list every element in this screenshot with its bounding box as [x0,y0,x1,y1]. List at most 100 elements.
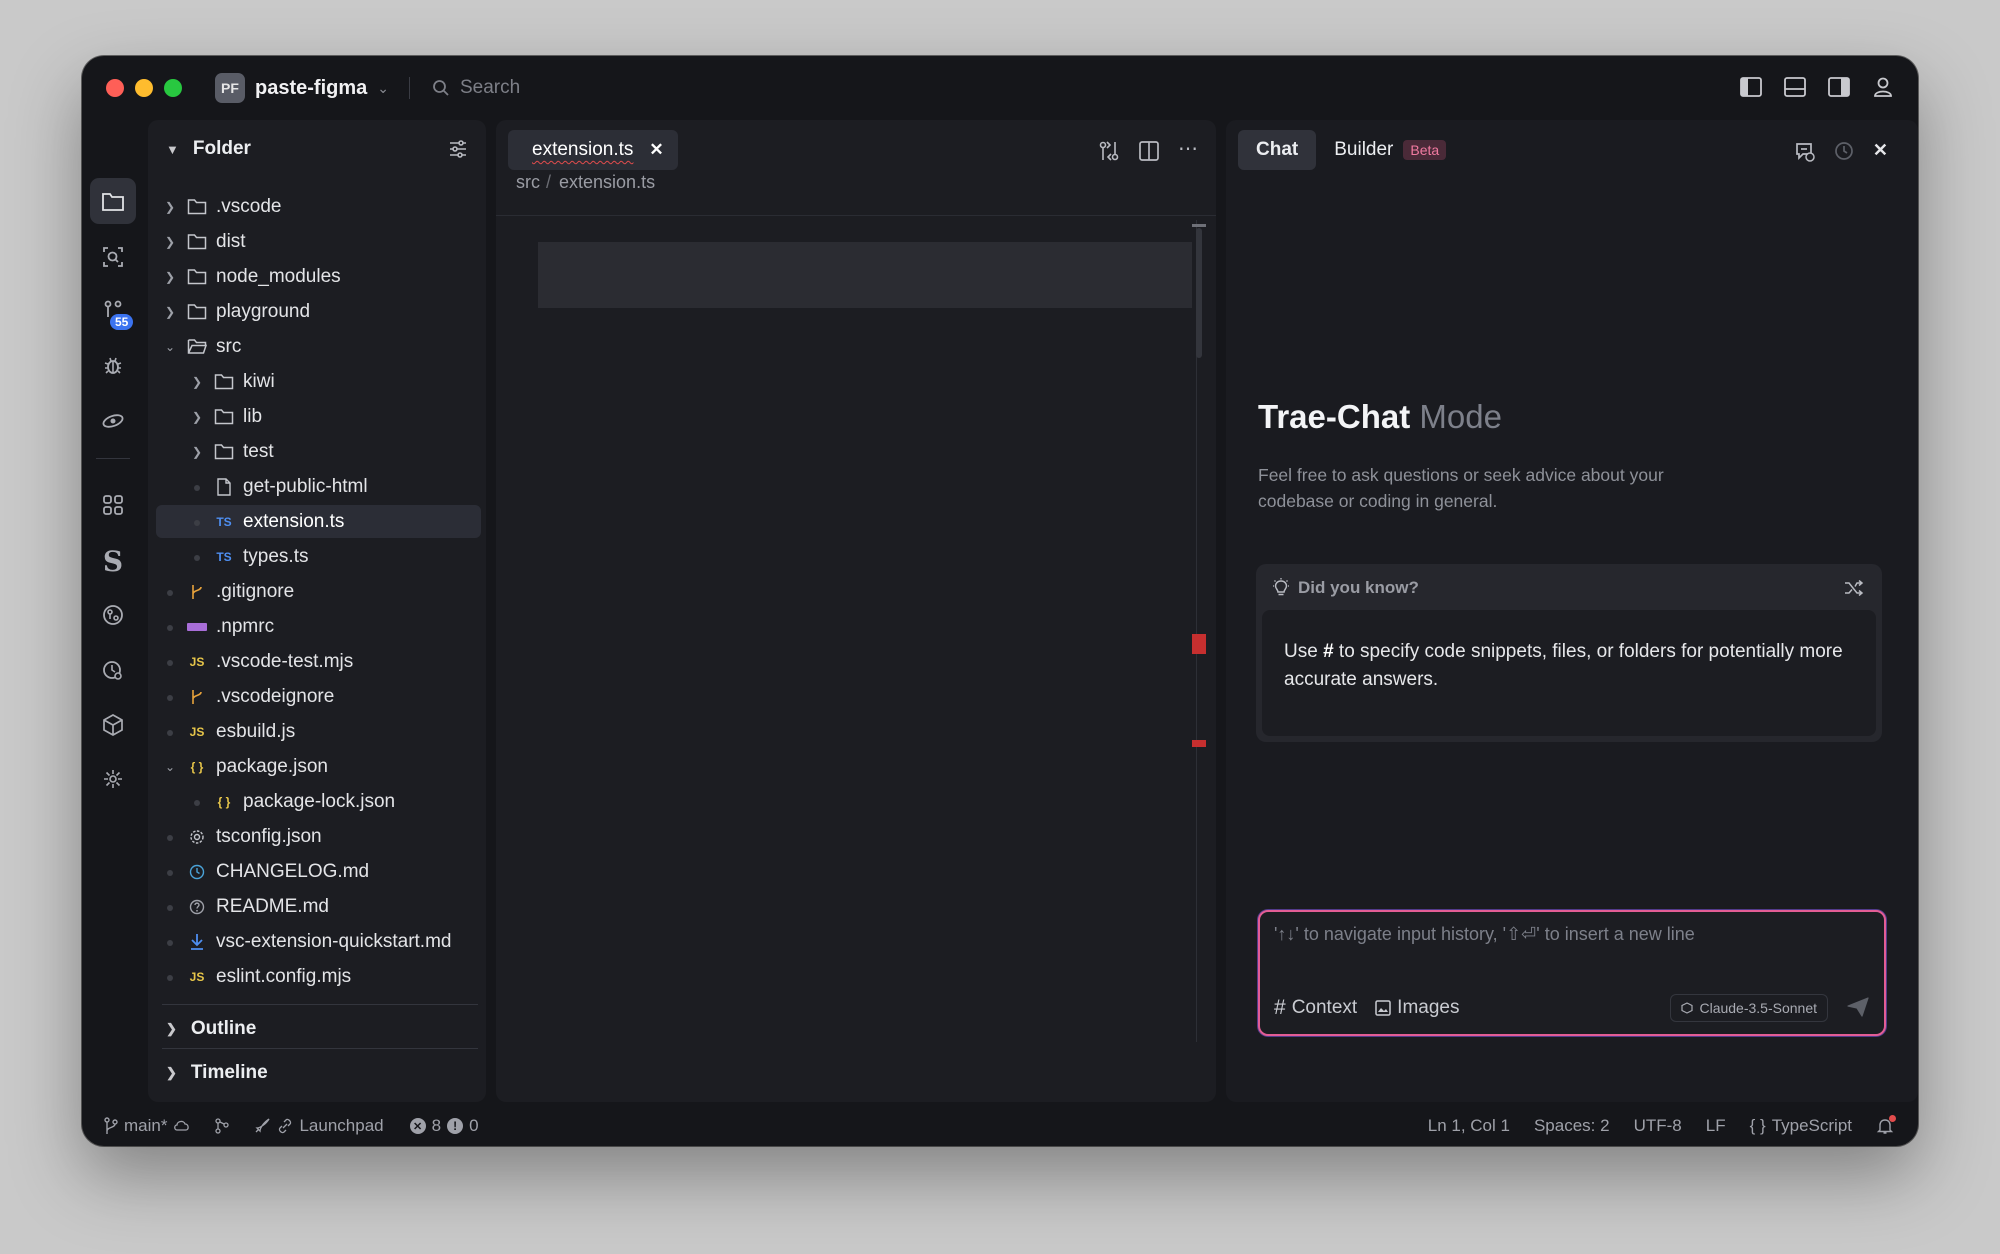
braces-icon: { } [1749,1116,1766,1135]
scripts-icon[interactable]: S [90,538,136,584]
line-ending[interactable]: LF [1706,1116,1726,1136]
status-bar: main* Launchpad ✕ 8! 0 Ln 1, Col 1 Spaces:… [82,1106,1918,1146]
chevron-right-icon[interactable]: ❯ [189,445,205,459]
shuffle-icon[interactable] [1844,579,1864,601]
tree-file[interactable]: TS extension.ts [156,505,481,538]
zoom-window-button[interactable] [164,79,182,97]
titlebar: PF paste-figma ⌄ Search [82,56,1918,120]
tree-file[interactable]: ⌄ { } package.json [156,750,481,783]
indentation[interactable]: Spaces: 2 [1534,1116,1610,1136]
chevron-right-icon[interactable]: ❯ [162,200,178,214]
source-control-icon[interactable]: 55 [90,288,136,334]
extensions-icon[interactable] [90,482,136,528]
tree-item-label: kiwi [243,370,275,392]
folder-section-header[interactable]: ▼ Folder [166,138,251,160]
toggle-secondary-sidebar-icon[interactable] [1826,74,1852,100]
chevron-down-icon[interactable]: ⌄ [162,340,178,354]
tree-file[interactable]: { } package-lock.json [156,785,481,818]
compare-changes-icon[interactable] [1098,140,1120,167]
launchpad-button[interactable]: Launchpad [253,1116,384,1136]
breadcrumb-item[interactable]: extension.ts [559,172,655,192]
tree-folder[interactable]: ❯ .vscode [156,190,481,223]
split-editor-icon[interactable] [1138,140,1160,167]
outline-section-header[interactable]: ❯ Outline [166,1018,256,1040]
tree-file[interactable]: JS eslint.config.mjs [156,960,481,993]
search-box[interactable]: Search [432,77,520,99]
tree-folder[interactable]: ❯ kiwi [156,365,481,398]
chevron-down-icon[interactable]: ⌄ [162,760,178,774]
encoding[interactable]: UTF-8 [1634,1116,1682,1136]
toggle-sidebar-icon[interactable] [1738,74,1764,100]
project-name[interactable]: paste-figma [255,77,367,100]
tip-body: Use # to specify code snippets, files, o… [1262,610,1876,736]
tree-file[interactable]: tsconfig.json [156,820,481,853]
filter-icon[interactable] [448,140,468,163]
tree-folder[interactable]: ❯ playground [156,295,481,328]
tree-file[interactable]: JS .vscode-test.mjs [156,645,481,678]
search-placeholder: Search [459,77,521,98]
history-icon[interactable] [1833,140,1855,167]
new-chat-icon[interactable] [1793,140,1815,167]
tree-file[interactable]: get-public-html [156,470,481,503]
close-icon[interactable]: ✕ [649,140,663,160]
chevron-right-icon[interactable]: ❯ [162,305,178,319]
tree-file[interactable]: .gitignore [156,575,481,608]
remote-icon[interactable] [90,398,136,444]
project-avatar[interactable]: PF [215,73,245,103]
package-icon[interactable] [90,702,136,748]
images-button[interactable]: Images [1375,997,1459,1019]
tree-folder[interactable]: ❯ node_modules [156,260,481,293]
tree-file[interactable]: .vscodeignore [156,680,481,713]
git-graph-icon[interactable] [213,1117,231,1135]
tree-dot [162,970,178,984]
context-button[interactable]: # Context [1274,996,1357,1020]
breadcrumb-item[interactable]: src [516,172,540,192]
tree-dot [189,550,205,564]
chevron-right-icon[interactable]: ❯ [189,375,205,389]
activity-bar: 55 S [82,120,146,1104]
chevron-right-icon[interactable]: ❯ [162,235,178,249]
tree-file[interactable]: CHANGELOG.md [156,855,481,888]
branch-indicator[interactable]: main* [104,1116,191,1136]
tree-file[interactable]: README.md [156,890,481,923]
tree-folder[interactable]: ⌄ src [156,330,481,363]
chevron-right-icon[interactable]: ❯ [189,410,205,424]
send-icon[interactable] [1846,996,1870,1023]
editor-tab[interactable]: extension.ts ✕ [508,130,678,170]
tab-builder-label: Builder [1334,139,1394,160]
debug-icon[interactable] [90,342,136,388]
language-mode[interactable]: { } TypeScript [1750,1116,1852,1136]
toggle-panel-icon[interactable] [1782,74,1808,100]
tree-file[interactable]: TS types.ts [156,540,481,573]
close-window-button[interactable] [106,79,124,97]
git-history-icon[interactable] [90,592,136,638]
tab-chat[interactable]: Chat [1238,130,1317,170]
model-selector[interactable]: Claude-3.5-Sonnet [1670,994,1828,1022]
close-chat-icon[interactable]: ✕ [1873,140,1888,167]
ai-agent-icon[interactable] [90,756,136,802]
tree-item-label: node_modules [216,265,341,287]
chevron-right-icon[interactable]: ❯ [162,270,178,284]
search-files-icon[interactable] [90,234,136,280]
tree-file[interactable]: vsc-extension-quickstart.md [156,925,481,958]
cursor-position[interactable]: Ln 1, Col 1 [1428,1116,1510,1136]
account-icon[interactable] [1870,74,1896,100]
mode-title-text: Trae-Chat [1258,398,1411,435]
tree-file[interactable]: JS esbuild.js [156,715,481,748]
chat-input[interactable]: '↑↓' to navigate input history, '⇧⏎' to … [1258,910,1886,1036]
explorer-icon[interactable] [90,178,136,224]
chevron-down-icon[interactable]: ⌄ [377,80,389,97]
more-actions-icon[interactable]: ⋯ [1178,139,1198,167]
scrollbar-thumb[interactable] [1196,228,1202,358]
tree-folder[interactable]: ❯ lib [156,400,481,433]
tree-file[interactable]: .npmrc [156,610,481,643]
tab-builder[interactable]: Builder Beta [1316,130,1464,170]
problems-indicator[interactable]: ✕ 8! 0 [409,1116,479,1136]
minimize-window-button[interactable] [135,79,153,97]
timeline-search-icon[interactable] [90,648,136,694]
tree-folder[interactable]: ❯ test [156,435,481,468]
notifications-icon[interactable] [1876,1115,1896,1135]
markdown-download-icon [184,933,210,951]
tree-folder[interactable]: ❯ dist [156,225,481,258]
timeline-section-header[interactable]: ❯ Timeline [166,1062,268,1084]
